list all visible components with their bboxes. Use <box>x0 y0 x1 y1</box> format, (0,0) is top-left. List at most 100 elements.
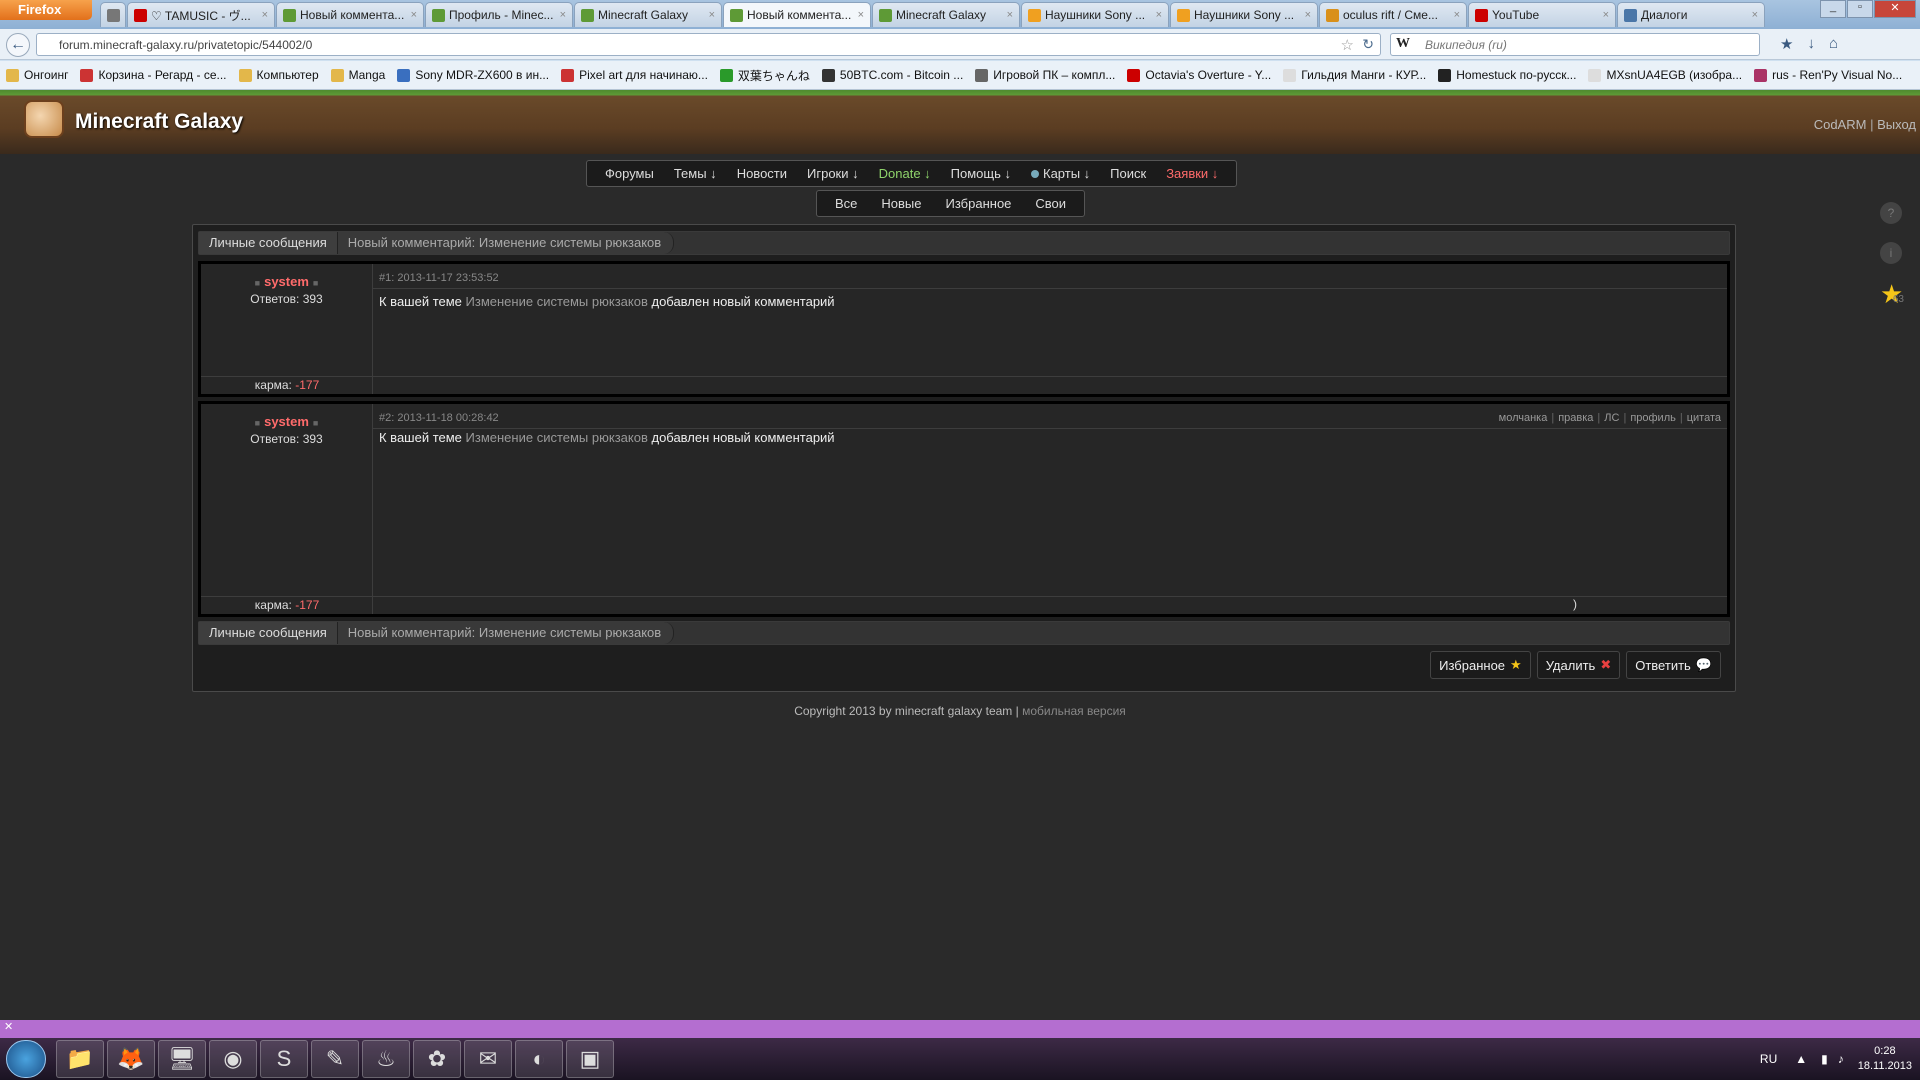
network-icon[interactable]: ✿ <box>413 1040 461 1078</box>
post-meta[interactable]: #2: 2013-11-18 00:28:42 <box>379 412 499 424</box>
main-nav-item[interactable]: Помощь ↓ <box>941 166 1021 181</box>
browser-tab[interactable]: Наушники Sony ... × <box>1021 2 1169 27</box>
profile-link[interactable]: CodARM <box>1814 117 1867 132</box>
delete-button[interactable]: Удалить ✖ <box>1536 651 1621 679</box>
breadcrumb-current[interactable]: Новый комментарий: Изменение системы рюк… <box>337 622 675 644</box>
clock[interactable]: 0:28 18.11.2013 <box>1858 1044 1912 1074</box>
main-nav-item[interactable]: Темы ↓ <box>664 166 727 181</box>
breadcrumb-root[interactable]: Личные сообщения <box>199 232 338 254</box>
tab-close-icon[interactable]: × <box>1305 9 1311 21</box>
bookmark-item[interactable]: Homestuck по-русск... <box>1438 68 1576 82</box>
logout-link[interactable]: Выход <box>1877 117 1916 132</box>
bookmark-item[interactable]: Корзина - Регард - се... <box>80 68 227 82</box>
browser-tab[interactable]: Minecraft Galaxy × <box>872 2 1020 27</box>
notepad-icon[interactable]: ✎ <box>311 1040 359 1078</box>
url-bar[interactable]: forum.minecraft-galaxy.ru/privatetopic/5… <box>36 33 1381 56</box>
wikipedia-icon[interactable]: W <box>1396 36 1410 52</box>
main-nav-item[interactable]: Поиск <box>1100 166 1156 181</box>
browser-tab[interactable]: Новый коммента... × <box>723 2 871 27</box>
tab-close-icon[interactable]: × <box>411 9 417 21</box>
bookmark-star-icon[interactable]: ☆ <box>1341 36 1354 54</box>
browser-tab[interactable]: oculus rift / Сме... × <box>1319 2 1467 27</box>
action-edit[interactable]: правка <box>1558 412 1593 424</box>
media-icon[interactable]: ◐ <box>515 1040 563 1078</box>
minimize-icon[interactable]: _ <box>1820 0 1846 18</box>
sub-nav-item[interactable]: Свои <box>1023 196 1078 211</box>
bookmark-item[interactable]: Manga <box>330 68 385 82</box>
site-logo-icon[interactable] <box>24 100 64 138</box>
sub-nav-item[interactable]: Все <box>823 196 869 211</box>
mail-icon[interactable]: ✉ <box>464 1040 512 1078</box>
bookmark-item[interactable]: Игровой ПК – компл... <box>975 68 1115 82</box>
reply-button[interactable]: Ответить 💬 <box>1626 651 1721 679</box>
tab-close-icon[interactable]: × <box>1454 9 1460 21</box>
main-nav-item[interactable]: Donate ↓ <box>869 166 941 181</box>
author-name-link[interactable]: system <box>264 274 309 289</box>
browser-tab[interactable]: Наушники Sony ... × <box>1170 2 1318 27</box>
browser-tab[interactable]: ♡ TAMUSIC - ヴ... × <box>127 2 275 27</box>
bookmark-item[interactable]: 50BTC.com - Bitcoin ... <box>821 68 963 82</box>
volume-icon[interactable]: ♪ <box>1838 1052 1844 1066</box>
tab-close-icon[interactable]: × <box>1007 9 1013 21</box>
computer-icon[interactable]: 🖥 <box>158 1040 206 1078</box>
action-mute[interactable]: молчанка <box>1499 412 1548 424</box>
maximize-icon[interactable]: ▫ <box>1847 0 1873 18</box>
bookmark-item[interactable]: rus - Ren'Py Visual No... <box>1754 68 1902 82</box>
action-pm[interactable]: ЛС <box>1604 412 1619 424</box>
firefox-menu-button[interactable]: Firefox <box>0 0 92 20</box>
sub-nav-item[interactable]: Новые <box>869 196 933 211</box>
browser-tab[interactable]: Minecraft Galaxy × <box>574 2 722 27</box>
post-topic-link[interactable]: Изменение системы рюкзаков <box>466 430 648 445</box>
bookmark-item[interactable]: Sony MDR-ZX600 в ин... <box>397 68 549 82</box>
help-icon[interactable]: ? <box>1880 202 1902 224</box>
pinned-tab[interactable] <box>100 2 126 27</box>
main-nav-item[interactable]: Карты ↓ <box>1021 166 1100 181</box>
language-indicator[interactable]: RU <box>1760 1052 1777 1066</box>
browser-tab[interactable]: Профиль - Minec... × <box>425 2 573 27</box>
chrome-icon[interactable]: ◉ <box>209 1040 257 1078</box>
main-nav-item[interactable]: Игроки ↓ <box>797 166 869 181</box>
close-window-icon[interactable]: ✕ <box>1874 0 1916 18</box>
bookmark-item[interactable]: MXsnUA4EGB (изобра... <box>1588 68 1742 82</box>
search-bar[interactable]: W Википедия (ru) <box>1390 33 1760 56</box>
breadcrumb-root[interactable]: Личные сообщения <box>199 622 338 644</box>
mobile-version-link[interactable]: мобильная версия <box>1022 704 1126 718</box>
browser-tab[interactable]: Новый коммента... × <box>276 2 424 27</box>
terminal-icon[interactable]: ▣ <box>566 1040 614 1078</box>
tray-expand-icon[interactable]: ▲ <box>1795 1052 1807 1066</box>
bookmarks-menu-icon[interactable]: ★ <box>1780 35 1793 53</box>
tab-close-icon[interactable]: × <box>1603 9 1609 21</box>
steam-icon[interactable]: ♨ <box>362 1040 410 1078</box>
tab-close-icon[interactable]: × <box>560 9 566 21</box>
reload-icon[interactable]: ↻ <box>1362 36 1374 53</box>
post-topic-link[interactable]: Изменение системы рюкзаков <box>466 294 648 309</box>
action-profile[interactable]: профиль <box>1630 412 1676 424</box>
tab-close-icon[interactable]: × <box>1752 9 1758 21</box>
bookmark-item[interactable]: 双葉ちゃんね <box>719 67 810 84</box>
network-tray-icon[interactable]: ▮ <box>1821 1052 1828 1066</box>
breadcrumb-current[interactable]: Новый комментарий: Изменение системы рюк… <box>337 232 675 254</box>
browser-tab[interactable]: Диалоги × <box>1617 2 1765 27</box>
bookmark-item[interactable]: Octavia's Overture - Y... <box>1127 68 1271 82</box>
folder-icon[interactable]: 📁 <box>56 1040 104 1078</box>
main-nav-item[interactable]: Заявки ↓ <box>1156 166 1228 181</box>
bookmark-item[interactable]: Компьютер <box>238 68 319 82</box>
skype-icon[interactable]: S <box>260 1040 308 1078</box>
start-button-icon[interactable] <box>6 1040 46 1078</box>
tab-close-icon[interactable]: × <box>709 9 715 21</box>
main-nav-item[interactable]: Форумы <box>595 166 664 181</box>
browser-tab[interactable]: YouTube × <box>1468 2 1616 27</box>
favorites-star-icon[interactable]: ★ 63 <box>1880 281 1904 307</box>
download-icon[interactable]: ↓ <box>1807 35 1815 53</box>
tab-close-icon[interactable]: × <box>858 9 864 21</box>
bookmark-item[interactable]: Гильдия Манги - КУР... <box>1283 68 1426 82</box>
favorite-button[interactable]: Избранное ★ <box>1430 651 1531 679</box>
back-icon[interactable]: ← <box>6 33 30 57</box>
sub-nav-item[interactable]: Избранное <box>934 196 1024 211</box>
action-quote[interactable]: цитата <box>1687 412 1721 424</box>
main-nav-item[interactable]: Новости <box>727 166 797 181</box>
author-name-link[interactable]: system <box>264 414 309 429</box>
home-icon[interactable]: ⌂ <box>1829 35 1838 53</box>
firefox-icon[interactable]: 🦊 <box>107 1040 155 1078</box>
info-icon[interactable]: i <box>1880 242 1902 264</box>
